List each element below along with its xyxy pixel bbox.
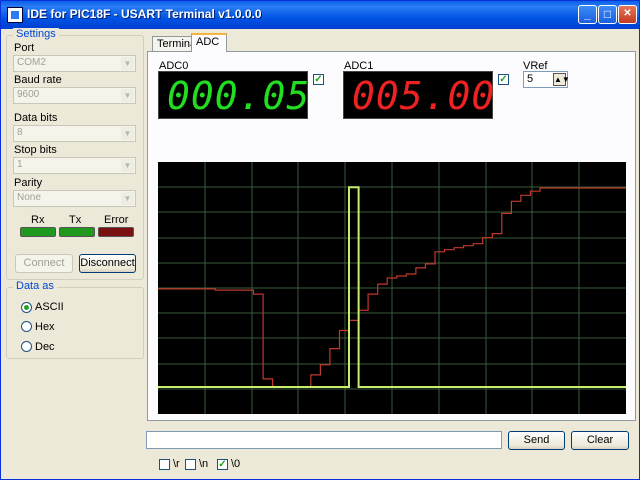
app-window: IDE for PIC18F - USART Terminal v1.0.0.0…	[0, 0, 640, 480]
close-button[interactable]: ✕	[618, 5, 637, 24]
clear-button[interactable]: Clear	[571, 431, 629, 450]
lf-label: \n	[199, 458, 209, 470]
radio-ascii[interactable]	[21, 302, 32, 313]
parity-select[interactable]: None ▼	[13, 190, 136, 207]
radio-hex-label: Hex	[35, 321, 55, 333]
minimize-button[interactable]: _	[578, 5, 597, 24]
radio-ascii-label: ASCII	[35, 301, 64, 313]
adc0-checkbox[interactable]: ✓	[313, 74, 324, 85]
vref-value: 5	[527, 73, 534, 85]
cr-label: \r	[173, 458, 180, 470]
radio-hex[interactable]	[21, 321, 32, 332]
stop-bits-select[interactable]: 1 ▼	[13, 157, 136, 174]
maximize-button[interactable]: □	[598, 5, 617, 24]
radio-dec[interactable]	[21, 341, 32, 352]
connect-button[interactable]: Connect	[15, 254, 73, 273]
error-indicator	[98, 227, 134, 237]
error-label: Error	[104, 214, 129, 226]
baud-rate-label: Baud rate	[14, 74, 62, 86]
tab-adc[interactable]: ADC	[191, 33, 227, 52]
rx-label: Rx	[31, 214, 45, 226]
baud-rate-select[interactable]: 9600 ▼	[13, 87, 136, 104]
chevron-down-icon: ▼	[121, 192, 134, 205]
rx-indicator	[20, 227, 56, 237]
adc-plot-svg	[158, 162, 626, 414]
disconnect-button[interactable]: Disconnect	[79, 254, 136, 273]
adc0-value: 000.05	[167, 74, 311, 118]
chevron-down-icon: ▼	[121, 57, 134, 70]
null-label: \0	[231, 458, 241, 470]
vref-input[interactable]: 5 ▲▼	[523, 71, 570, 88]
chevron-down-icon: ▼	[121, 89, 134, 102]
title-bar[interactable]: IDE for PIC18F - USART Terminal v1.0.0.0…	[1, 1, 639, 29]
tx-indicator	[59, 227, 95, 237]
adc1-checkbox[interactable]: ✓	[498, 74, 509, 85]
cr-checkbox[interactable]	[159, 459, 170, 470]
adc-plot	[158, 162, 626, 414]
app-icon	[7, 7, 23, 23]
lf-checkbox[interactable]	[185, 459, 196, 470]
send-text-input[interactable]	[146, 431, 502, 449]
chevron-down-icon: ▼	[121, 159, 134, 172]
settings-group-title: Settings	[13, 28, 59, 40]
window-title: IDE for PIC18F - USART Terminal v1.0.0.0	[27, 7, 262, 21]
adc1-value: 005.00	[352, 74, 496, 118]
data-bits-select[interactable]: 8 ▼	[13, 125, 136, 142]
stop-bits-label: Stop bits	[14, 144, 57, 156]
parity-label: Parity	[14, 177, 43, 189]
port-label: Port	[14, 42, 35, 54]
send-button[interactable]: Send	[508, 431, 565, 450]
port-select[interactable]: COM2 ▼	[13, 55, 136, 72]
radio-dec-label: Dec	[35, 341, 55, 353]
adc1-display: 005.00	[343, 71, 496, 119]
data-bits-label: Data bits	[14, 112, 58, 124]
adc0-display: 000.05	[158, 71, 311, 119]
tab-terminal[interactable]: Terminal	[152, 36, 199, 51]
null-checkbox[interactable]: ✓	[217, 459, 228, 470]
data-as-group-title: Data as	[13, 280, 57, 292]
tx-label: Tx	[69, 214, 82, 226]
chevron-down-icon: ▼	[121, 127, 134, 140]
spinner-icon[interactable]: ▲▼	[553, 73, 570, 86]
